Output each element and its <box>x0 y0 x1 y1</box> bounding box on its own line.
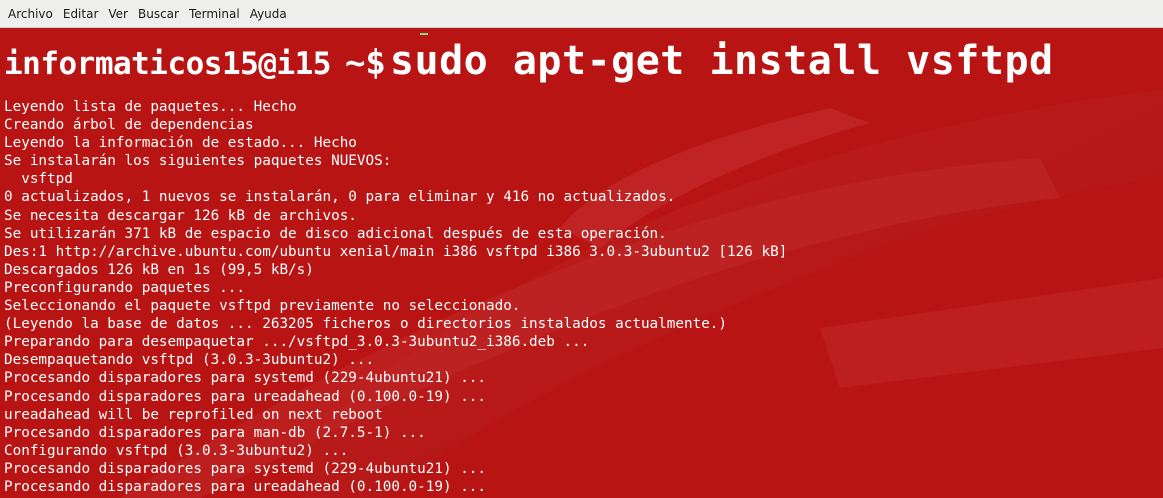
output-line: Se utilizarán 371 kB de espacio de disco… <box>4 225 667 242</box>
menu-buscar[interactable]: Buscar <box>133 4 184 24</box>
menu-terminal[interactable]: Terminal <box>184 4 245 24</box>
output-line: Preconfigurando paquetes ... <box>4 279 246 296</box>
output-line: vsftpd <box>4 171 73 188</box>
output-line: Procesando disparadores para ureadahead … <box>4 388 487 405</box>
command-prompt-line: informaticos15@i15 ~$ sudo apt-get install… <box>4 38 1054 96</box>
output-line: Procesando disparadores para man-db (2.7… <box>4 424 426 441</box>
output-line: Se necesita descargar 126 kB de archivos… <box>4 207 357 224</box>
output-line: Leyendo la información de estado... Hech… <box>4 135 357 152</box>
output-line: (Leyendo la base de datos ... 263205 fic… <box>4 316 728 333</box>
menu-archivo[interactable]: Archivo <box>3 4 58 24</box>
prompt-user-host: informaticos15@i15 <box>4 46 331 82</box>
output-line: Procesando disparadores para systemd (22… <box>4 460 487 477</box>
output-line: ureadahead will be reprofiled on next re… <box>4 406 383 423</box>
menu-editar[interactable]: Editar <box>58 4 104 24</box>
output-line: Preparando para desempaquetar .../vsftpd… <box>4 334 590 351</box>
output-line: Desempaquetando vsftpd (3.0.3-3ubuntu2) … <box>4 352 375 369</box>
menu-ver[interactable]: Ver <box>103 4 133 24</box>
prompt-symbol: ~$ <box>344 43 386 83</box>
cursor-indicator <box>420 33 428 35</box>
terminal-output: Leyendo lista de paquetes... Hecho Crean… <box>4 98 787 496</box>
output-line: Descargados 126 kB en 1s (99,5 kB/s) <box>4 261 314 278</box>
menu-ayuda[interactable]: Ayuda <box>245 4 292 24</box>
terminal-window: Archivo Editar Ver Buscar Terminal Ayuda… <box>0 0 1163 498</box>
output-line: Seleccionando el paquete vsftpd previame… <box>4 298 521 315</box>
output-line: Procesando disparadores para ureadahead … <box>4 478 487 495</box>
menu-bar: Archivo Editar Ver Buscar Terminal Ayuda <box>0 0 1163 28</box>
output-line: Leyendo lista de paquetes... Hecho <box>4 99 297 115</box>
output-line: 0 actualizados, 1 nuevos se instalarán, … <box>4 189 676 206</box>
output-line: Se instalarán los siguientes paquetes NU… <box>4 153 392 170</box>
output-line: Des:1 http://archive.ubuntu.com/ubuntu x… <box>4 243 788 260</box>
output-line: Creando árbol de dependencias <box>4 117 254 134</box>
output-line: Configurando vsftpd (3.0.3-3ubuntu2) ... <box>4 442 349 459</box>
output-line: Procesando disparadores para systemd (22… <box>4 370 487 387</box>
terminal-area[interactable]: informaticos15@i15 ~$ sudo apt-get install… <box>0 28 1163 498</box>
entered-command: sudo apt-get install vsftpd <box>389 38 1054 84</box>
